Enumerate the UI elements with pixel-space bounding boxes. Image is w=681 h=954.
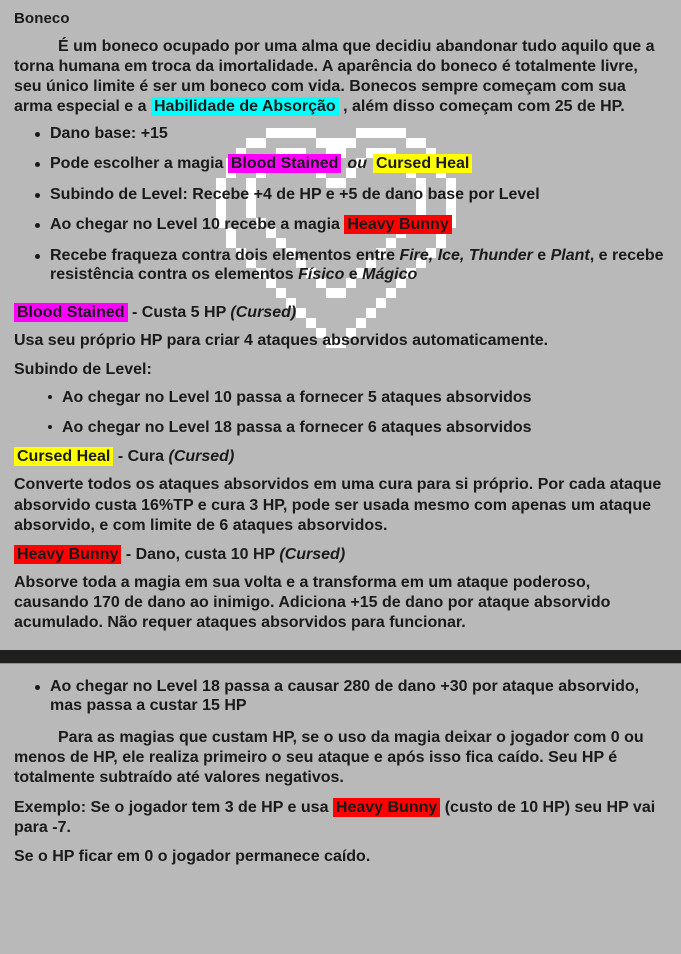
spell-tag-cursed-heal: (Cursed) <box>168 448 235 466</box>
highlight-habilidade-absorcao: Habilidade de Absorção <box>150 97 339 117</box>
paragraph-example: Exemplo: Se o jogador tem 3 de HP e usa … <box>14 798 667 838</box>
list-item-bs-level-18: Ao chegar no Level 18 passa a fornecer 6… <box>32 418 667 438</box>
bullet-text-fraqueza-pre: Recebe fraqueza contra dois elementos en… <box>50 246 400 264</box>
element-list-primary: Fire, Ice, Thunder <box>399 246 533 264</box>
page-title: Boneco <box>14 10 70 27</box>
list-item-escolher-magia: Pode escolher a magia Blood Stained ou Cur… <box>14 154 667 174</box>
spell-tag-blood-stained: (Cursed) <box>230 303 297 321</box>
bullet-text-subindo-level: Subindo de Level: Recebe +4 de HP e +5 d… <box>50 185 540 203</box>
bs-level10-text: Ao chegar no Level 10 passa a fornecer 5… <box>62 389 532 407</box>
spell-heading-cursed-heal: Cursed Heal - Cura (Cursed) <box>14 447 667 467</box>
paragraph-final-rule: Se o HP ficar em 0 o jogador permanece c… <box>14 848 371 866</box>
list-item-dano-base: Dano base: +15 <box>14 124 667 144</box>
list-item-level-10: Ao chegar no Level 10 recebe a magia Hea… <box>14 215 667 235</box>
section-divider-band <box>0 649 681 663</box>
element-plant: Plant <box>550 246 590 264</box>
list-item-subindo-level: Subindo de Level: Recebe +4 de HP e +5 d… <box>14 185 667 205</box>
page-root: Boneco É um boneco ocupado por uma alma … <box>0 0 681 954</box>
highlight-blood-stained: Blood Stained <box>227 154 342 174</box>
element-fisico: Físico <box>298 266 345 284</box>
spell-heading-heavy-bunny: Heavy Bunny - Dano, custa 10 HP (Cursed) <box>14 544 667 564</box>
spell-name-heavy-bunny: Heavy Bunny <box>14 544 122 564</box>
highlight-heavy-bunny-example: Heavy Bunny <box>332 798 441 818</box>
list-item-hb-level-18: Ao chegar no Level 18 passa a causar 280… <box>14 677 667 716</box>
highlight-heavy-bunny: Heavy Bunny <box>344 215 452 235</box>
hb-level18-text: Ao chegar no Level 18 passa a causar 280… <box>50 677 640 715</box>
blood-stained-level-list: Ao chegar no Level 10 passa a fornecer 5… <box>32 388 667 437</box>
intro-text-part2: , além disso começam com 25 de HP. <box>338 98 625 116</box>
spell-desc-heavy-bunny: Absorve toda a magia em sua volta e a tr… <box>14 574 611 632</box>
bullet-text-dano-base: Dano base: +15 <box>50 124 168 142</box>
section-hp-rules: Ao chegar no Level 18 passa a causar 280… <box>0 663 681 868</box>
spell-desc-cursed-heal: Converte todos os ataques absorvidos em … <box>14 476 662 534</box>
list-item-bs-level-10: Ao chegar no Level 10 passa a fornecer 5… <box>32 388 667 408</box>
spell-name-blood-stained: Blood Stained <box>14 302 128 322</box>
spell-cost-cursed-heal: - Cura <box>113 448 169 466</box>
heavy-bunny-level-list: Ao chegar no Level 18 passa a causar 280… <box>14 677 667 716</box>
bs-level18-text: Ao chegar no Level 18 passa a fornecer 6… <box>62 418 532 436</box>
list-item-elementos: Recebe fraqueza contra dois elementos en… <box>14 246 667 285</box>
bullet-text-escolher-pre: Pode escolher a magia <box>50 155 228 173</box>
paragraph-hp-cost-rule: Para as magias que custam HP, se o uso d… <box>14 728 644 786</box>
class-feature-list: Dano base: +15 Pode escolher a magia Blo… <box>14 124 667 285</box>
intro-paragraph: É um boneco ocupado por uma alma que dec… <box>14 37 667 118</box>
element-sep-2: e <box>344 266 363 284</box>
spell-name-cursed-heal: Cursed Heal <box>14 447 114 467</box>
spell-desc-blood-stained: Usa seu próprio HP para criar 4 ataques … <box>14 331 549 349</box>
element-sep-1: e <box>532 246 551 264</box>
bullet-text-level10-pre: Ao chegar no Level 10 recebe a magia <box>50 216 345 234</box>
spell-cost-blood-stained: - Custa 5 HP <box>127 303 231 321</box>
highlight-cursed-heal: Cursed Heal <box>372 154 473 174</box>
spell-tag-heavy-bunny: (Cursed) <box>279 545 346 563</box>
section-class-description: Boneco É um boneco ocupado por uma alma … <box>0 0 681 634</box>
spell-cost-heavy-bunny: - Dano, custa 10 HP <box>121 545 280 563</box>
label-subindo-de-level: Subindo de Level: <box>14 361 152 379</box>
example-text-pre: Exemplo: Se o jogador tem 3 de HP e usa <box>14 799 333 817</box>
spell-heading-blood-stained: Blood Stained - Custa 5 HP (Cursed) <box>14 302 667 322</box>
element-magico: Mágico <box>362 266 418 284</box>
conjunction-ou: ou <box>347 155 367 173</box>
